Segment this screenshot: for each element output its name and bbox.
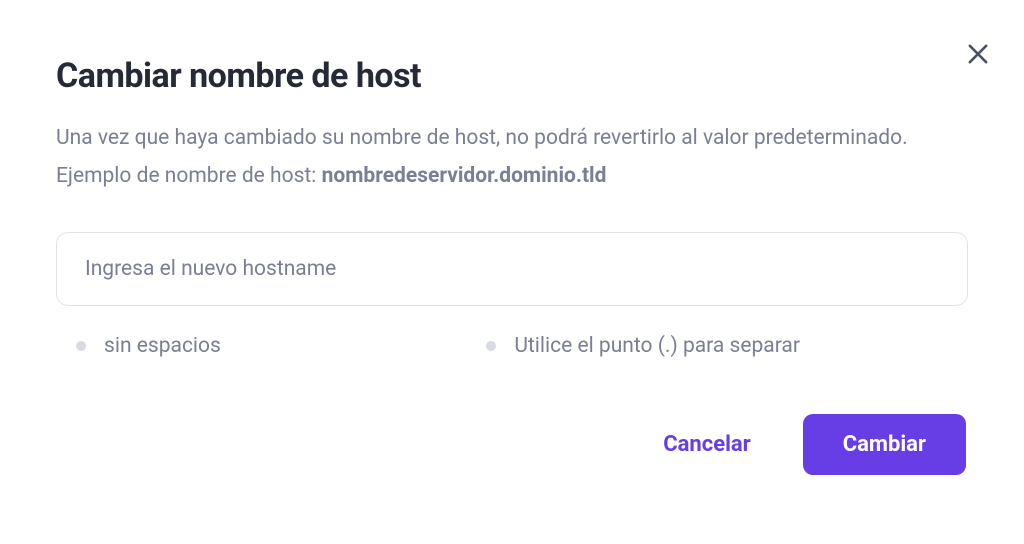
description-example: nombredeservidor.dominio.tld xyxy=(322,164,607,188)
dialog-description: Una vez que haya cambiado su nombre de h… xyxy=(56,120,968,196)
close-icon[interactable] xyxy=(964,40,992,68)
hostname-input[interactable] xyxy=(56,232,968,306)
dialog-actions: Cancelar Cambiar xyxy=(56,414,968,475)
confirm-button[interactable]: Cambiar xyxy=(803,414,966,475)
hint-text: sin espacios xyxy=(104,334,221,358)
bullet-icon xyxy=(486,341,496,351)
bullet-icon xyxy=(76,341,86,351)
cancel-button[interactable]: Cancelar xyxy=(651,416,763,473)
hint-item: Utilice el punto (.) para separar xyxy=(486,334,800,358)
dialog-title: Cambiar nombre de host xyxy=(56,56,968,96)
hint-text: Utilice el punto (.) para separar xyxy=(514,334,800,358)
change-hostname-dialog: Cambiar nombre de host Una vez que haya … xyxy=(0,0,1024,515)
hint-item: sin espacios xyxy=(76,334,486,358)
hints-row: sin espacios Utilice el punto (.) para s… xyxy=(56,334,968,358)
